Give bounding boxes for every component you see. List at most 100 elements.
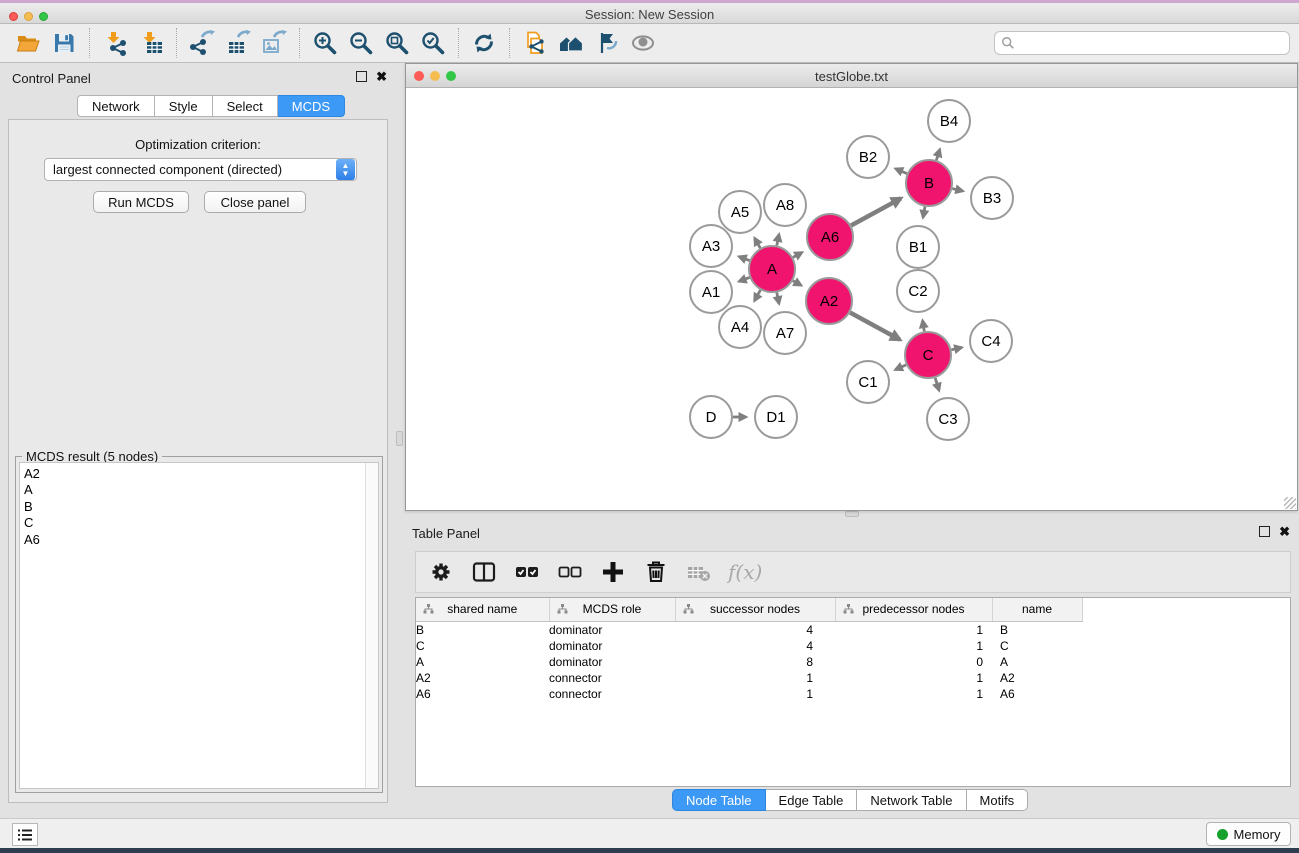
graph-node-A4[interactable]: A4 [719, 306, 761, 348]
tab-edge-table[interactable]: Edge Table [766, 789, 858, 811]
save-button[interactable] [46, 27, 82, 59]
edge-A-A1[interactable] [739, 277, 749, 281]
edge-A-A2[interactable] [793, 281, 801, 286]
graph-node-A1[interactable]: A1 [690, 271, 732, 313]
deselect-all-button[interactable] [556, 559, 584, 585]
flag-button[interactable] [589, 27, 625, 59]
edge-A-A3[interactable] [739, 257, 749, 261]
table-row[interactable]: A2 connector 1 1 A2 [416, 670, 1290, 686]
graph-node-A5[interactable]: A5 [719, 191, 761, 233]
scrollbar-track[interactable] [365, 463, 378, 788]
edge-A-A7[interactable] [777, 293, 779, 304]
eye-button[interactable] [625, 27, 661, 59]
graph-node-A7[interactable]: A7 [764, 312, 806, 354]
table-row[interactable]: A dominator 8 0 A [416, 654, 1290, 670]
memory-button[interactable]: Memory [1206, 822, 1291, 846]
columns-button[interactable] [470, 559, 498, 585]
graph-node-D[interactable]: D [690, 396, 732, 438]
float-panel-icon[interactable] [356, 71, 367, 82]
graph-node-C1[interactable]: C1 [847, 361, 889, 403]
clone-network-button[interactable] [517, 27, 553, 59]
mcds-result-item[interactable]: A2 [24, 466, 378, 482]
criterion-dropdown[interactable]: largest connected component (directed) ▲… [44, 158, 357, 181]
close-panel-icon[interactable]: ✖ [376, 71, 387, 82]
mcds-result-list[interactable]: A2ABCA6 [19, 462, 379, 789]
graph-node-A3[interactable]: A3 [690, 225, 732, 267]
graph-node-B3[interactable]: B3 [971, 177, 1013, 219]
tab-node-table[interactable]: Node Table [672, 789, 766, 811]
edge-B-B4[interactable] [936, 150, 939, 161]
column-header-name[interactable]: name [992, 598, 1082, 621]
select-all-button[interactable] [513, 559, 541, 585]
graph-node-B1[interactable]: B1 [897, 226, 939, 268]
export-network-button[interactable] [184, 27, 220, 59]
split-divider-grip-vertical[interactable] [396, 431, 403, 446]
task-history-button[interactable] [12, 823, 38, 846]
run-mcds-button[interactable]: Run MCDS [93, 191, 189, 213]
graph-node-B4[interactable]: B4 [928, 100, 970, 142]
mcds-result-item[interactable]: A [24, 482, 378, 498]
network-canvas[interactable]: B4B2BB3A8A5A6A3B1AC2A1A2A4A7C4CC1DD1C3 [407, 88, 1296, 509]
search-field[interactable] [994, 31, 1290, 55]
edge-A-A6[interactable] [793, 252, 802, 257]
edge-A-A5[interactable] [755, 238, 761, 248]
edge-C-C2[interactable] [923, 321, 925, 332]
column-header-predecessor-nodes[interactable]: predecessor nodes [835, 598, 992, 621]
plus-button[interactable] [599, 559, 627, 585]
graph-node-A[interactable]: A [749, 246, 795, 292]
edge-B-B3[interactable] [952, 189, 962, 191]
trash-button[interactable] [642, 559, 670, 585]
table-row[interactable]: C dominator 4 1 C [416, 638, 1290, 654]
graph-node-D1[interactable]: D1 [755, 396, 797, 438]
export-table-button[interactable] [220, 27, 256, 59]
refresh-button[interactable] [466, 27, 502, 59]
graph-node-C[interactable]: C [905, 332, 951, 378]
export-image-button[interactable] [256, 27, 292, 59]
edge-B-B1[interactable] [923, 207, 925, 218]
close-panel-button[interactable]: Close panel [204, 191, 306, 213]
edge-C-C3[interactable] [935, 378, 939, 390]
graph-node-C2[interactable]: C2 [897, 270, 939, 312]
tab-motifs[interactable]: Motifs [967, 789, 1029, 811]
gear-button[interactable] [427, 559, 455, 585]
float-table-panel-icon[interactable] [1259, 526, 1270, 537]
tab-network[interactable]: Network [77, 95, 155, 117]
close-table-panel-icon[interactable]: ✖ [1279, 526, 1290, 537]
tab-network-table[interactable]: Network Table [857, 789, 966, 811]
tab-mcds[interactable]: MCDS [278, 95, 345, 117]
function-builder-button[interactable]: f(x) [728, 560, 762, 584]
edge-C-C1[interactable] [895, 365, 906, 370]
graph-node-A8[interactable]: A8 [764, 184, 806, 226]
zoom-in-button[interactable] [307, 27, 343, 59]
mcds-result-item[interactable]: A6 [24, 532, 378, 548]
graph-node-C4[interactable]: C4 [970, 320, 1012, 362]
column-header-MCDS-role[interactable]: MCDS role [549, 598, 675, 621]
mcds-result-item[interactable]: C [24, 515, 378, 531]
delete-table-button[interactable] [685, 559, 713, 585]
split-divider-grip-horizontal[interactable] [845, 511, 859, 517]
zoom-fit-button[interactable] [379, 27, 415, 59]
node-table[interactable]: shared nameMCDS rolesuccessor nodesprede… [415, 597, 1291, 787]
search-input[interactable] [1015, 36, 1289, 50]
mcds-result-item[interactable]: B [24, 499, 378, 515]
graph-node-B[interactable]: B [906, 160, 952, 206]
tab-select[interactable]: Select [213, 95, 278, 117]
column-header-successor-nodes[interactable]: successor nodes [675, 598, 835, 621]
open-folder-button[interactable] [10, 27, 46, 59]
edge-C-C4[interactable] [951, 348, 961, 350]
column-header-shared-name[interactable]: shared name [416, 598, 549, 621]
table-row[interactable]: A6 connector 1 1 A6 [416, 686, 1290, 702]
edge-A-A4[interactable] [754, 290, 760, 301]
home-button[interactable] [553, 27, 589, 59]
edge-B-B2[interactable] [896, 169, 907, 174]
network-graph[interactable]: B4B2BB3A8A5A6A3B1AC2A1A2A4A7C4CC1DD1C3 [407, 88, 1296, 509]
edge-A2-C[interactable] [850, 312, 900, 339]
import-table-button[interactable] [133, 27, 169, 59]
tab-style[interactable]: Style [155, 95, 213, 117]
edge-A6-B[interactable] [851, 198, 901, 225]
graph-node-A2[interactable]: A2 [806, 278, 852, 324]
graph-node-B2[interactable]: B2 [847, 136, 889, 178]
edge-A-A8[interactable] [777, 234, 779, 245]
graph-node-A6[interactable]: A6 [807, 214, 853, 260]
window-resize-grip[interactable] [1284, 497, 1296, 509]
